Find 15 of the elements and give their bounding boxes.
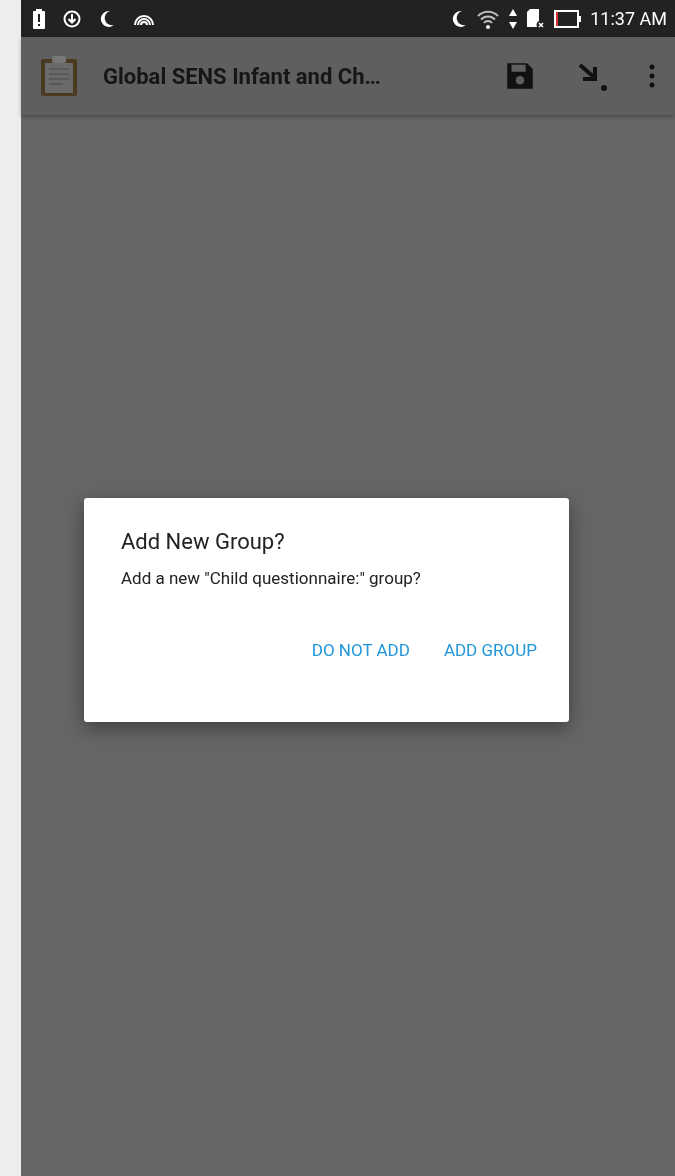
battery-icon bbox=[554, 9, 583, 28]
download-circle-icon bbox=[63, 9, 81, 28]
data-arrows-icon bbox=[508, 7, 519, 30]
dialog-button[interactable]: ADD GROUP bbox=[443, 637, 537, 663]
battery-alert-icon bbox=[33, 8, 45, 29]
dialog-title: Add New Group? bbox=[121, 528, 286, 556]
wifi-icon bbox=[476, 8, 501, 29]
sd-card-icon bbox=[526, 7, 547, 30]
moon-icon bbox=[99, 9, 115, 28]
clipboard-icon bbox=[39, 55, 79, 97]
toolbar-title: Global SENS Infant and Ch… bbox=[103, 62, 381, 91]
status-time: 11:37 AM bbox=[590, 7, 667, 31]
dialog-button[interactable]: DO NOT ADD bbox=[311, 637, 410, 663]
overflow-menu-icon[interactable] bbox=[649, 64, 655, 88]
dialog-message: Add a new "Child questionnaire:" group? bbox=[121, 567, 422, 590]
